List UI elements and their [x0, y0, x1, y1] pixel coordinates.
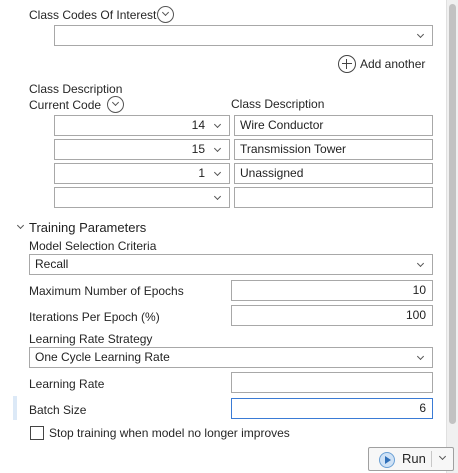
- current-code-dropdown[interactable]: 15: [54, 139, 230, 160]
- training-parameters-title: Training Parameters: [29, 220, 147, 235]
- model-selection-dropdown[interactable]: Recall: [29, 254, 433, 275]
- current-code-dropdown[interactable]: 1: [54, 163, 230, 184]
- class-codes-label: Class Codes Of Interest: [29, 8, 157, 22]
- iterations-per-epoch-input[interactable]: 100: [231, 305, 433, 326]
- current-code-header: Current Code: [29, 98, 102, 112]
- chevron-down-icon: [111, 98, 119, 107]
- vertical-scrollbar[interactable]: [446, 0, 458, 473]
- current-code-dropdown[interactable]: 14: [54, 115, 230, 136]
- chevron-down-icon: [213, 144, 222, 153]
- class-codes-expand-button[interactable]: [157, 6, 174, 23]
- chevron-down-icon: [213, 168, 222, 177]
- chevron-down-icon: [416, 352, 425, 361]
- plus-circle-icon: [338, 55, 356, 73]
- run-button[interactable]: Run: [368, 447, 454, 471]
- add-another-label: Add another: [360, 57, 426, 71]
- class-description-label: Class Description: [29, 82, 123, 96]
- learning-rate-input[interactable]: [231, 372, 433, 393]
- chevron-down-icon: [416, 30, 425, 39]
- scrollbar-thumb[interactable]: [449, 4, 456, 424]
- add-another-button[interactable]: Add another: [338, 55, 430, 73]
- class-description-input[interactable]: Transmission Tower: [234, 139, 433, 160]
- class-description-input[interactable]: Unassigned: [234, 163, 433, 184]
- class-description-input[interactable]: [234, 187, 433, 208]
- batch-size-label: Batch Size: [29, 403, 87, 417]
- class-description-input[interactable]: Wire Conductor: [234, 115, 433, 136]
- active-row-marker: [13, 396, 17, 420]
- batch-size-input[interactable]: 6: [231, 398, 433, 419]
- chevron-down-icon: [416, 259, 425, 268]
- class-description-header: Class Description: [231, 97, 325, 111]
- chevron-down-icon[interactable]: [438, 452, 447, 461]
- training-parameters-header[interactable]: Training Parameters: [14, 220, 214, 236]
- lr-strategy-label: Learning Rate Strategy: [29, 332, 153, 346]
- play-icon: [379, 452, 395, 468]
- chevron-down-icon: [16, 221, 25, 230]
- chevron-down-icon: [161, 8, 169, 17]
- run-label: Run: [402, 451, 426, 466]
- current-code-expand-button[interactable]: [107, 96, 124, 113]
- stop-training-checkbox[interactable]: [30, 426, 44, 440]
- split-divider: [431, 451, 432, 467]
- chevron-down-icon: [213, 192, 222, 201]
- max-epochs-label: Maximum Number of Epochs: [29, 284, 184, 298]
- max-epochs-input[interactable]: 10: [231, 280, 433, 301]
- lr-strategy-dropdown[interactable]: One Cycle Learning Rate: [29, 347, 433, 368]
- chevron-down-icon: [213, 120, 222, 129]
- learning-rate-label: Learning Rate: [29, 377, 105, 391]
- model-selection-label: Model Selection Criteria: [29, 239, 157, 253]
- class-codes-dropdown[interactable]: [54, 25, 433, 46]
- stop-training-label: Stop training when model no longer impro…: [49, 426, 290, 440]
- iterations-per-epoch-label: Iterations Per Epoch (%): [29, 310, 160, 324]
- current-code-dropdown[interactable]: [54, 187, 230, 208]
